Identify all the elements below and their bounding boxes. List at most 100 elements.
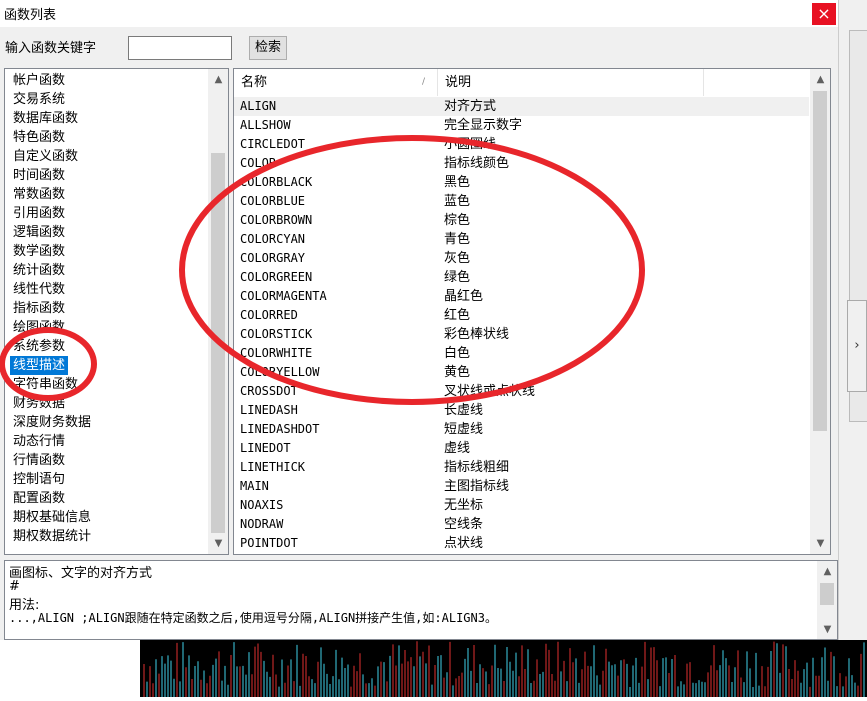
- function-row[interactable]: CROSSDOT 叉状线或点状线: [234, 382, 809, 401]
- function-row[interactable]: COLORGREEN 绿色: [234, 268, 809, 287]
- function-row[interactable]: COLORWHITE 白色: [234, 344, 809, 363]
- function-name: COLORBROWN: [240, 213, 313, 227]
- function-row[interactable]: ALLSHOW 完全显示数字: [234, 116, 809, 135]
- function-desc: 晶红色: [444, 289, 484, 304]
- category-item[interactable]: 字符串函数: [13, 375, 78, 394]
- category-item[interactable]: 特色函数: [13, 128, 65, 147]
- search-button[interactable]: 检索: [249, 36, 287, 60]
- function-name: CIRCLEDOT: [240, 137, 306, 151]
- function-row[interactable]: POINTDOT 点状线: [234, 534, 809, 553]
- category-item[interactable]: 配置函数: [13, 489, 65, 508]
- keyword-input[interactable]: [128, 36, 232, 60]
- function-scrollbar[interactable]: ▲ ▼: [810, 69, 830, 554]
- scroll-up-arrow-icon[interactable]: ▲: [812, 71, 829, 88]
- category-item[interactable]: 系统参数: [13, 337, 65, 356]
- close-button[interactable]: ×: [812, 3, 836, 25]
- category-item[interactable]: 数学函数: [13, 242, 65, 261]
- category-item[interactable]: 时间函数: [13, 166, 65, 185]
- function-desc: 黄色: [444, 365, 471, 380]
- scroll-down-arrow-icon[interactable]: ▼: [812, 535, 829, 552]
- function-name: CROSSDOT: [240, 384, 298, 398]
- description-panel: 画图标、文字的对齐方式 # 用法: ...,ALIGN ;ALIGN跟随在特定函…: [4, 560, 838, 640]
- function-name: COLORBLUE: [240, 194, 306, 208]
- function-name: COLOR: [240, 156, 277, 170]
- description-line-1: 画图标、文字的对齐方式: [9, 566, 153, 581]
- function-name: ALIGN: [240, 99, 277, 113]
- function-row[interactable]: CIRCLEDOT 小圆圈线: [234, 135, 809, 154]
- category-item[interactable]: 线型描述: [10, 356, 69, 375]
- category-item[interactable]: 帐户函数: [13, 71, 65, 90]
- scroll-down-arrow-icon[interactable]: ▼: [819, 621, 836, 638]
- scroll-down-arrow-icon[interactable]: ▼: [210, 535, 227, 552]
- function-list[interactable]: 名称 / 说明 ▲ ▼ ALIGN 对齐方式 ALLSHOW 完全显示数字 CIRCLE…: [233, 68, 831, 555]
- category-list[interactable]: ▲ ▼ 帐户函数 交易系统 数据库函数 特色函数 自定义函数 时间函数 常数函数 引用函数 逻辑…: [4, 68, 229, 555]
- column-header-name[interactable]: 名称 /: [234, 69, 438, 96]
- description-line-2: #: [9, 579, 20, 594]
- description-line-4: ...,ALIGN ;ALIGN跟随在特定函数之后,使用逗号分隔,ALIGN拼接…: [9, 611, 497, 625]
- category-item[interactable]: 引用函数: [13, 204, 65, 223]
- function-row[interactable]: COLORMAGENTA 晶红色: [234, 287, 809, 306]
- function-row[interactable]: COLORRED 红色: [234, 306, 809, 325]
- category-item[interactable]: 财务数据: [13, 394, 65, 413]
- function-name: LINETHICK: [240, 460, 306, 474]
- function-row[interactable]: COLORSTICK 彩色棒状线: [234, 325, 809, 344]
- category-item[interactable]: 交易系统: [13, 90, 65, 109]
- function-row[interactable]: NOAXIS 无坐标: [234, 496, 809, 515]
- function-desc: 绿色: [444, 270, 471, 285]
- function-name: COLORBLACK: [240, 175, 313, 189]
- category-item[interactable]: 指标函数: [13, 299, 65, 318]
- category-scrollbar[interactable]: ▲ ▼: [208, 69, 228, 554]
- function-name: LINEDOT: [240, 441, 291, 455]
- function-desc: 完全显示数字: [444, 118, 523, 133]
- background-chart: [140, 640, 867, 697]
- function-desc: 红色: [444, 308, 471, 323]
- category-item[interactable]: 行情函数: [13, 451, 65, 470]
- function-name: NOAXIS: [240, 498, 284, 512]
- description-scroll-thumb[interactable]: [820, 583, 834, 605]
- function-row[interactable]: COLORYELLOW 黄色: [234, 363, 809, 382]
- category-item[interactable]: 线性代数: [13, 280, 65, 299]
- function-row[interactable]: MAIN 主图指标线: [234, 477, 809, 496]
- category-item[interactable]: 常数函数: [13, 185, 65, 204]
- expand-arrow-icon[interactable]: ›: [847, 300, 867, 392]
- function-name: POINTDOT: [240, 536, 298, 550]
- category-item[interactable]: 逻辑函数: [13, 223, 65, 242]
- scroll-up-arrow-icon[interactable]: ▲: [210, 71, 227, 88]
- category-item[interactable]: 自定义函数: [13, 147, 78, 166]
- category-item[interactable]: 数据库函数: [13, 109, 78, 128]
- function-name: NODRAW: [240, 517, 284, 531]
- category-scroll-thumb[interactable]: [211, 153, 225, 533]
- function-name: ALLSHOW: [240, 118, 291, 132]
- function-desc: 无坐标: [444, 498, 484, 513]
- function-row[interactable]: COLORBROWN 棕色: [234, 211, 809, 230]
- function-name: COLORGRAY: [240, 251, 306, 265]
- function-row[interactable]: LINEDASH 长虚线: [234, 401, 809, 420]
- function-name: COLORCYAN: [240, 232, 306, 246]
- category-item[interactable]: 统计函数: [13, 261, 65, 280]
- category-item[interactable]: 深度财务数据: [13, 413, 91, 432]
- function-desc: 指标线颜色: [444, 156, 510, 171]
- category-item[interactable]: 控制语句: [13, 470, 65, 489]
- function-row[interactable]: LINETHICK 指标线粗细: [234, 458, 809, 477]
- function-name: LINEDASHDOT: [240, 422, 320, 436]
- category-item[interactable]: 绘图函数: [13, 318, 65, 337]
- function-row[interactable]: COLORBLUE 蓝色: [234, 192, 809, 211]
- function-row[interactable]: LINEDASHDOT 短虚线: [234, 420, 809, 439]
- category-item[interactable]: 动态行情: [13, 432, 65, 451]
- function-row[interactable]: COLORCYAN 青色: [234, 230, 809, 249]
- description-scrollbar[interactable]: ▲ ▼: [817, 561, 837, 639]
- function-row[interactable]: ALIGN 对齐方式: [234, 97, 809, 116]
- category-item[interactable]: 期权基础信息: [13, 508, 91, 527]
- column-header-desc[interactable]: 说明: [438, 69, 704, 96]
- function-row[interactable]: COLOR 指标线颜色: [234, 154, 809, 173]
- function-list-dialog: 函数列表 × 输入函数关键字 检索 ▲ ▼ 帐户函数 交易系统 数据库函数 特色函数自…: [0, 0, 838, 640]
- function-name: COLORGREEN: [240, 270, 313, 284]
- function-desc: 灰色: [444, 251, 471, 266]
- function-scroll-thumb[interactable]: [813, 91, 827, 431]
- function-row[interactable]: LINEDOT 虚线: [234, 439, 809, 458]
- function-row[interactable]: COLORBLACK 黑色: [234, 173, 809, 192]
- function-row[interactable]: NODRAW 空线条: [234, 515, 809, 534]
- scroll-up-arrow-icon[interactable]: ▲: [819, 563, 836, 580]
- category-item[interactable]: 期权数据统计: [13, 527, 91, 546]
- function-row[interactable]: COLORGRAY 灰色: [234, 249, 809, 268]
